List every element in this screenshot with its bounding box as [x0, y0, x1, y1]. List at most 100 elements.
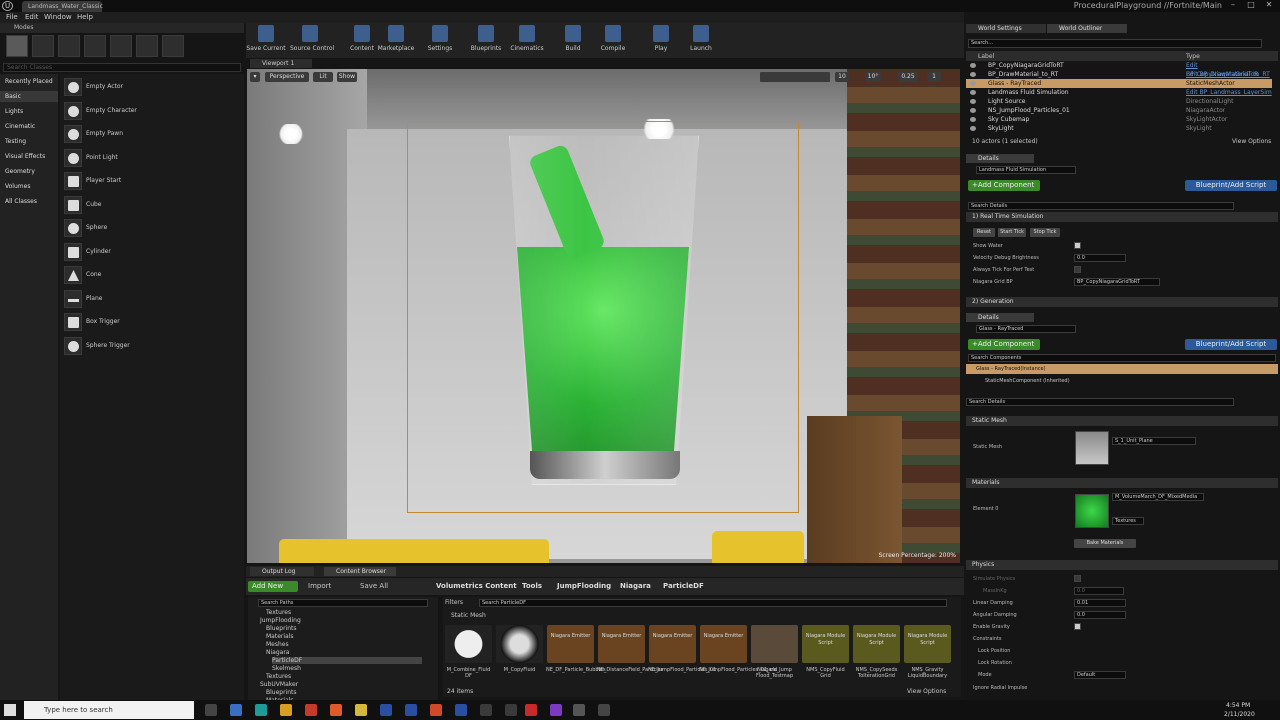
breadcrumb[interactable]: ParticleDF [663, 582, 704, 590]
grid-snap-value[interactable]: 10 [835, 72, 849, 82]
asset-view-options[interactable]: View Options [907, 688, 946, 695]
start-tick-button[interactable]: Start Tick [998, 228, 1026, 237]
constraints-label[interactable]: Constraints [973, 636, 1002, 642]
textures-dropdown[interactable]: Textures [1112, 517, 1144, 525]
always-tick-checkbox[interactable] [1074, 266, 1081, 273]
blueprints-button[interactable]: Blueprints [466, 25, 506, 57]
paint-mode-icon[interactable] [32, 35, 54, 57]
list-item[interactable]: Cone [62, 265, 242, 285]
app-icon[interactable] [525, 704, 537, 716]
linear-damping-input[interactable]: 0.01 [1074, 599, 1126, 607]
category-lights[interactable]: Lights [5, 108, 23, 115]
filters-button[interactable]: Filters [445, 599, 463, 606]
tree-folder[interactable]: Blueprints [266, 625, 297, 632]
tree-folder[interactable]: Textures [266, 673, 291, 680]
mass-input[interactable]: 0.0 [1074, 587, 1124, 595]
tree-folder[interactable]: Blueprints [266, 689, 297, 696]
table-row[interactable]: Light Source DirectionalLight [966, 97, 1272, 106]
list-item[interactable]: Sphere [62, 218, 242, 238]
asset-search-input[interactable]: Search ParticleDF [479, 599, 947, 607]
marketplace-button[interactable]: Marketplace [376, 25, 416, 57]
app-icon[interactable] [455, 704, 467, 716]
static-mesh-dropdown[interactable]: S_1_Unit_Plane [1112, 437, 1196, 445]
app-icon[interactable] [305, 704, 317, 716]
tree-folder[interactable]: Meshes [266, 641, 289, 648]
table-row[interactable]: BP_DrawMaterial_to_RT Edit BP_DrawMateria… [966, 70, 1272, 79]
material-thumbnail[interactable] [1075, 494, 1109, 528]
save-current-button[interactable]: Save Current [246, 25, 286, 57]
visibility-eye-icon[interactable] [970, 72, 976, 77]
asset-tile[interactable]: Niagara Emitter [700, 625, 747, 663]
tree-folder[interactable]: Skelmesh [272, 665, 301, 672]
asset-tile[interactable] [445, 625, 492, 663]
clock-date[interactable]: 2/11/2020 [1224, 711, 1255, 718]
menu-help[interactable]: Help [77, 13, 93, 21]
chrome-icon[interactable] [430, 704, 442, 716]
unreal-app-icon[interactable] [480, 704, 492, 716]
tree-folder[interactable]: Materials [266, 633, 294, 640]
material-dropdown[interactable]: M_VolumeMarch_DF_MixedMedia [1112, 493, 1204, 501]
materials-section[interactable]: Materials [966, 478, 1278, 488]
table-row[interactable]: Landmass Fluid Simulation Edit BP_Landmas… [966, 88, 1272, 97]
table-row[interactable]: SkyLight SkyLight [966, 124, 1272, 133]
actor-type[interactable]: Edit BP_DrawMaterial_to_RT [1186, 70, 1270, 79]
niagara-grid-dropdown[interactable]: BP_CopyNiagaraGridToRT [1074, 278, 1160, 286]
taskbar-search-input[interactable]: Type here to search [24, 701, 194, 719]
reset-button[interactable]: Reset [973, 228, 995, 237]
breadcrumb[interactable]: JumpFlooding [557, 582, 611, 590]
tree-folder[interactable]: SubUVMaker [260, 681, 298, 688]
table-row[interactable]: Sky Cubemap SkyLightActor [966, 115, 1272, 124]
browser-icon[interactable] [330, 704, 342, 716]
table-row[interactable]: NS_JumpFlood_Particles_01 NiagaraActor [966, 106, 1272, 115]
simulate-physics-checkbox[interactable] [1074, 575, 1081, 582]
asset-tile[interactable]: Niagara Module Script [904, 625, 951, 663]
landscape-mode-icon[interactable] [58, 35, 80, 57]
minimize-button[interactable]: – [1226, 0, 1240, 11]
list-item[interactable]: Point Light [62, 148, 242, 168]
table-row[interactable]: BP_CopyNiagaraGridToRT Edit BP_CopyNiagar… [966, 61, 1272, 78]
add-component-button[interactable]: +Add Component [968, 339, 1040, 350]
angular-damping-input[interactable]: 0.0 [1074, 611, 1126, 619]
add-new-button[interactable]: Add New [248, 581, 298, 592]
list-item[interactable]: Cube [62, 195, 242, 215]
actor-name-field[interactable]: Landmass Fluid Simulation [976, 166, 1076, 174]
level-viewport[interactable]: ▾ Perspective Lit Show 10 10° 0.25 1 Scr… [247, 69, 960, 563]
visibility-eye-icon[interactable] [970, 126, 976, 131]
app-icon[interactable] [405, 704, 417, 716]
file-explorer-icon[interactable] [280, 704, 292, 716]
list-item[interactable]: Player Start [62, 171, 242, 191]
category-geometry[interactable]: Geometry [5, 168, 35, 175]
app-icon[interactable] [255, 704, 267, 716]
menu-window[interactable]: Window [44, 13, 72, 21]
search-classes-input[interactable]: Search Classes [3, 63, 241, 72]
camera-speed-value[interactable]: 1 [927, 72, 941, 82]
visibility-eye-icon[interactable] [970, 90, 976, 95]
list-item[interactable]: Box Trigger [62, 312, 242, 332]
tree-folder[interactable]: Textures [266, 609, 291, 616]
app-icon[interactable] [598, 704, 610, 716]
velocity-debug-input[interactable]: 0.0 [1074, 254, 1126, 262]
visibility-eye-icon[interactable] [970, 117, 976, 122]
real-time-simulation-section[interactable]: 1) Real Time Simulation [966, 212, 1278, 222]
tree-folder[interactable]: Niagara [266, 649, 289, 656]
component-row[interactable]: StaticMeshComponent (Inherited) [985, 378, 1070, 384]
mesh-thumbnail[interactable] [1075, 431, 1109, 465]
outliner-search-input[interactable]: Search... [968, 39, 1262, 48]
blueprint-add-script-button[interactable]: Blueprint/Add Script [1185, 180, 1277, 191]
details-search-input[interactable]: Search Details [966, 398, 1234, 406]
asset-tile[interactable]: Niagara Emitter [598, 625, 645, 663]
mode-dropdown[interactable]: Default [1074, 671, 1126, 679]
perspective-button[interactable]: Perspective [265, 72, 309, 82]
asset-tile[interactable]: Niagara Module Script [802, 625, 849, 663]
generation-section[interactable]: 2) Generation [966, 297, 1278, 307]
category-cinematic[interactable]: Cinematic [5, 123, 35, 130]
world-settings-tab[interactable]: World Settings [966, 24, 1046, 33]
app-icon[interactable] [230, 704, 242, 716]
asset-tile[interactable]: Niagara Emitter [649, 625, 696, 663]
import-button[interactable]: Import [308, 582, 331, 590]
content-browser-tab[interactable]: Content Browser [324, 567, 396, 576]
category-basic[interactable]: Basic [0, 91, 58, 102]
list-item[interactable]: Empty Pawn [62, 124, 242, 144]
list-item[interactable]: Empty Actor [62, 77, 242, 97]
visual-studio-icon[interactable] [550, 704, 562, 716]
